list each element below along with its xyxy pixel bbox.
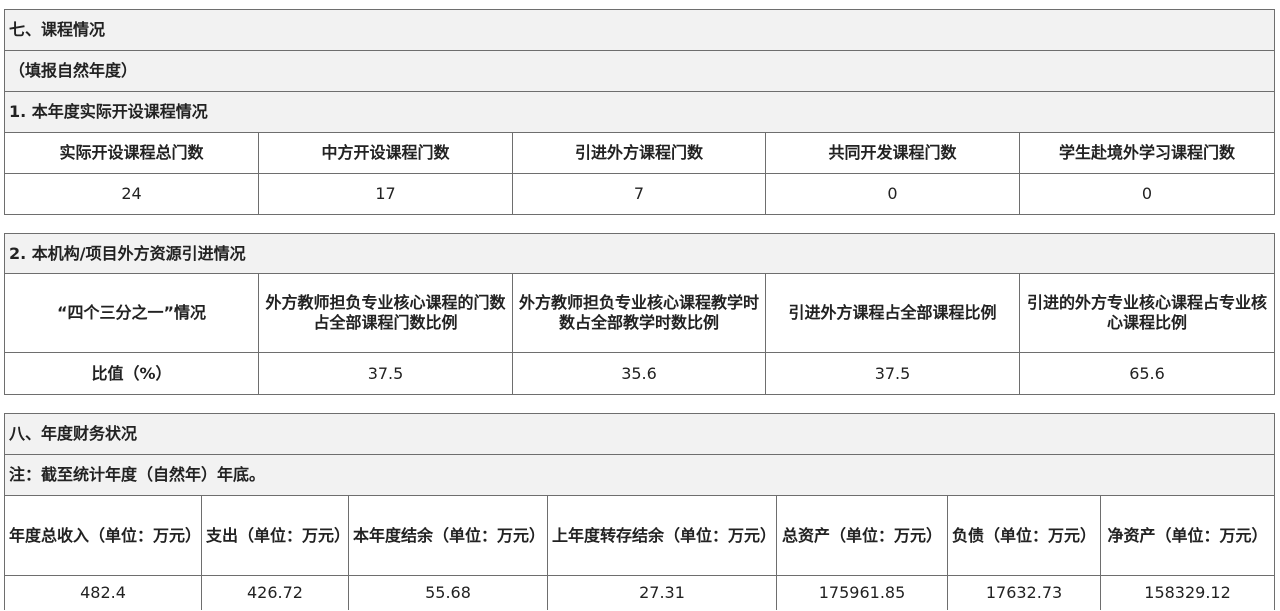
value-foreign-core-ratio: 65.6 [1018,352,1276,395]
value-foreign-courses: 7 [512,173,766,215]
col-header-chinese-courses: 中方开设课程门数 [258,132,513,174]
table-row: 24 17 7 0 0 [4,173,1276,215]
col-header-total-assets: 总资产（单位：万元） [776,495,948,576]
value-carried-balance: 27.31 [547,575,777,610]
col-header-total-income: 年度总收入（单位：万元） [4,495,202,576]
row-label-ratio: 比值（%） [4,352,259,395]
value-annual-balance: 55.68 [348,575,548,610]
table-row: 比值（%） 37.5 35.6 37.5 65.6 [4,352,1276,395]
value-net-assets: 158329.12 [1099,575,1276,610]
section-7-title: 七、课程情况 [3,9,1276,51]
col-header-annual-balance: 本年度结余（单位：万元） [348,495,548,576]
value-abroad-courses: 0 [1018,173,1276,215]
section-8-title: 八、年度财务状况 [3,413,1276,455]
col-header-core-course-ratio: 外方教师担负专业核心课程的门数占全部课程门数比例 [258,273,513,353]
section-7-note: （填报自然年度） [3,50,1276,92]
col-header-expenditure: 支出（单位：万元） [201,495,349,576]
section-8-note: 注：截至统计年度（自然年）年底。 [3,454,1276,496]
foreign-resource-table: 2. 本机构/项目外方资源引进情况 “四个三分之一”情况 外方教师担负专业核心课… [3,233,1276,395]
col-header-joint-courses: 共同开发课程门数 [765,132,1020,174]
col-header-liabilities: 负债（单位：万元） [947,495,1101,576]
col-header-carried-balance: 上年度转存结余（单位：万元） [547,495,777,576]
col-header-foreign-core-ratio: 引进的外方专业核心课程占专业核心课程比例 [1018,273,1276,353]
subsection-1-title: 1. 本年度实际开设课程情况 [3,91,1276,133]
value-chinese-courses: 17 [258,173,513,215]
col-header-teaching-hours-ratio: 外方教师担负专业核心课程教学时数占全部教学时数比例 [512,273,766,353]
col-header-abroad-courses: 学生赴境外学习课程门数 [1018,132,1276,174]
value-joint-courses: 0 [765,173,1020,215]
value-core-course-ratio: 37.5 [258,352,513,395]
value-liabilities: 17632.73 [947,575,1101,610]
finance-table: 八、年度财务状况 注：截至统计年度（自然年）年底。 年度总收入（单位：万元） 支… [3,413,1276,610]
value-expenditure: 426.72 [201,575,349,610]
value-total-income: 482.4 [4,575,202,610]
value-teaching-hours-ratio: 35.6 [512,352,766,395]
course-table: 七、课程情况 （填报自然年度） 1. 本年度实际开设课程情况 实际开设课程总门数… [3,9,1276,215]
subsection-2-title: 2. 本机构/项目外方资源引进情况 [3,233,1276,274]
value-total-courses: 24 [4,173,259,215]
table-row: 482.4 426.72 55.68 27.31 175961.85 17632… [4,575,1276,610]
value-total-assets: 175961.85 [776,575,948,610]
value-foreign-course-ratio: 37.5 [765,352,1020,395]
col-header-foreign-course-ratio: 引进外方课程占全部课程比例 [765,273,1020,353]
col-header-foreign-courses: 引进外方课程门数 [512,132,766,174]
col-header-total-courses: 实际开设课程总门数 [4,132,259,174]
col-header-net-assets: 净资产（单位：万元） [1099,495,1276,576]
col-header-four-thirds: “四个三分之一”情况 [4,273,259,353]
